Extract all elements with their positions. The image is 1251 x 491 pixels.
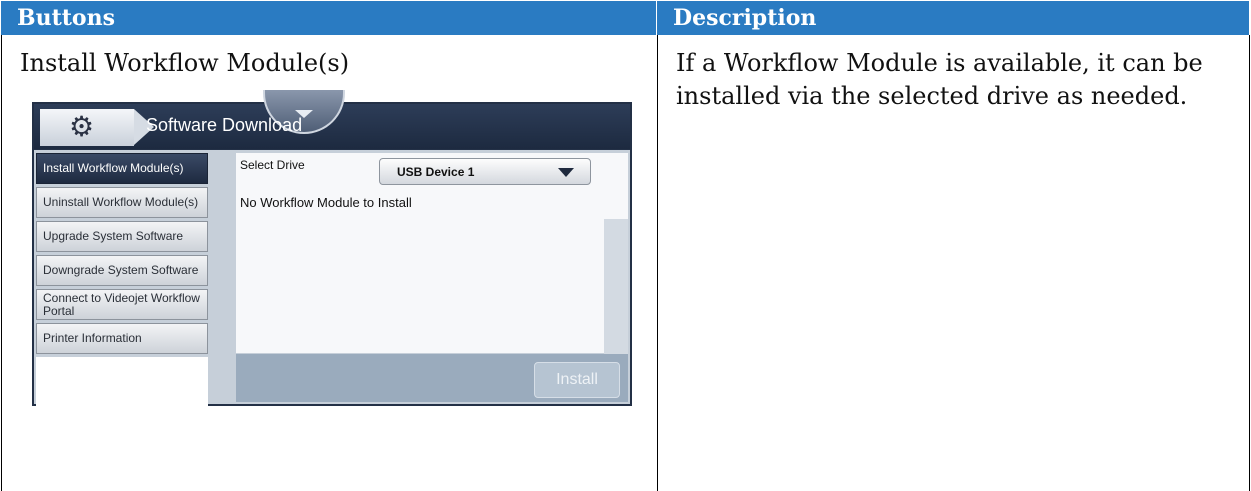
gear-icon: ⚙ — [69, 111, 95, 142]
title-bar: ⚙ Software Download — [34, 90, 630, 149]
screen-body: Install Workflow Module(s) Uninstall Wor… — [34, 150, 630, 413]
action-bar: Install — [236, 354, 628, 402]
select-drive-label: Select Drive — [240, 158, 305, 172]
page-title: Software Download — [146, 115, 303, 135]
scrollbar[interactable] — [604, 219, 628, 355]
drive-value: USB Device 1 — [397, 165, 475, 179]
sidebar-item-downgrade[interactable]: Downgrade System Software — [36, 255, 208, 286]
header-buttons: Buttons — [1, 1, 656, 35]
software-download-screenshot: ⚙ Software Download Install Workflow Mod… — [32, 90, 632, 413]
drive-dropdown[interactable]: USB Device 1 — [379, 158, 591, 185]
settings-button[interactable]: ⚙ — [40, 109, 154, 146]
install-button[interactable]: Install — [534, 362, 620, 398]
dropdown-arrow-icon — [558, 168, 574, 177]
sidebar-item-uninstall[interactable]: Uninstall Workflow Module(s) — [36, 187, 208, 218]
sidebar-item-upgrade[interactable]: Upgrade System Software — [36, 221, 208, 252]
sidebar-item-connect-portal[interactable]: Connect to Videojet Workflow Portal — [36, 289, 208, 320]
description-text: If a Workflow Module is available, it ca… — [676, 49, 1203, 110]
description-cell: If a Workflow Module is available, it ca… — [657, 35, 1250, 491]
button-name: Install Workflow Module(s) — [20, 49, 350, 77]
sidebar-item-install[interactable]: Install Workflow Module(s) — [36, 153, 208, 184]
sidebar: Install Workflow Module(s) Uninstall Wor… — [36, 153, 210, 413]
document-table: Buttons Description Install Workflow Mod… — [1, 1, 1250, 491]
content-panel: Select Drive USB Device 1 No Workflow Mo… — [236, 153, 628, 355]
sidebar-empty — [36, 357, 208, 413]
buttons-cell: Install Workflow Module(s) ⚙ Software Do… — [1, 35, 658, 491]
status-text: No Workflow Module to Install — [240, 195, 412, 210]
sidebar-item-printer-info[interactable]: Printer Information — [36, 323, 208, 354]
header-description: Description — [657, 1, 1249, 35]
